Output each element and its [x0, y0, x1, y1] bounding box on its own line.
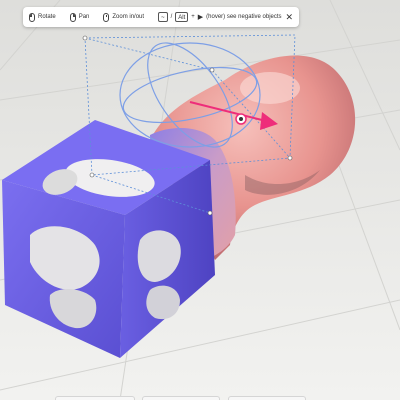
rotate-hint: Rotate	[29, 12, 56, 22]
zoom-hint: Zoom in/out	[103, 12, 145, 22]
cursor-icon: ▶	[197, 14, 204, 21]
3d-viewport[interactable]	[0, 0, 400, 400]
slash-text: /	[170, 14, 173, 20]
bottom-tab-3[interactable]	[228, 396, 306, 400]
mouse-right-icon	[69, 12, 76, 22]
hover-hint-label: (hover) see negative objects	[206, 14, 282, 20]
bottom-panel-tabs	[0, 396, 400, 400]
mouse-wheel-icon	[103, 12, 110, 22]
tilde-key: ~	[158, 12, 168, 22]
plus-text: +	[191, 14, 195, 20]
rotate-label: Rotate	[38, 14, 56, 20]
bottom-tab-2[interactable]	[142, 396, 220, 400]
controls-hint-toolbar: Rotate Pan Zoom in/out ~ / Alt + ▶ (hove…	[23, 7, 299, 27]
close-button[interactable]: ✕	[286, 12, 294, 22]
mouse-left-icon	[29, 12, 35, 22]
pan-hint: Pan	[69, 12, 90, 22]
zoom-label: Zoom in/out	[112, 14, 145, 20]
bottom-tab-1[interactable]	[55, 396, 135, 400]
alt-key: Alt	[175, 12, 189, 22]
negative-objects-hint: ~ / Alt + ▶ (hover) see negative objects	[158, 12, 282, 22]
pan-label: Pan	[78, 14, 90, 20]
